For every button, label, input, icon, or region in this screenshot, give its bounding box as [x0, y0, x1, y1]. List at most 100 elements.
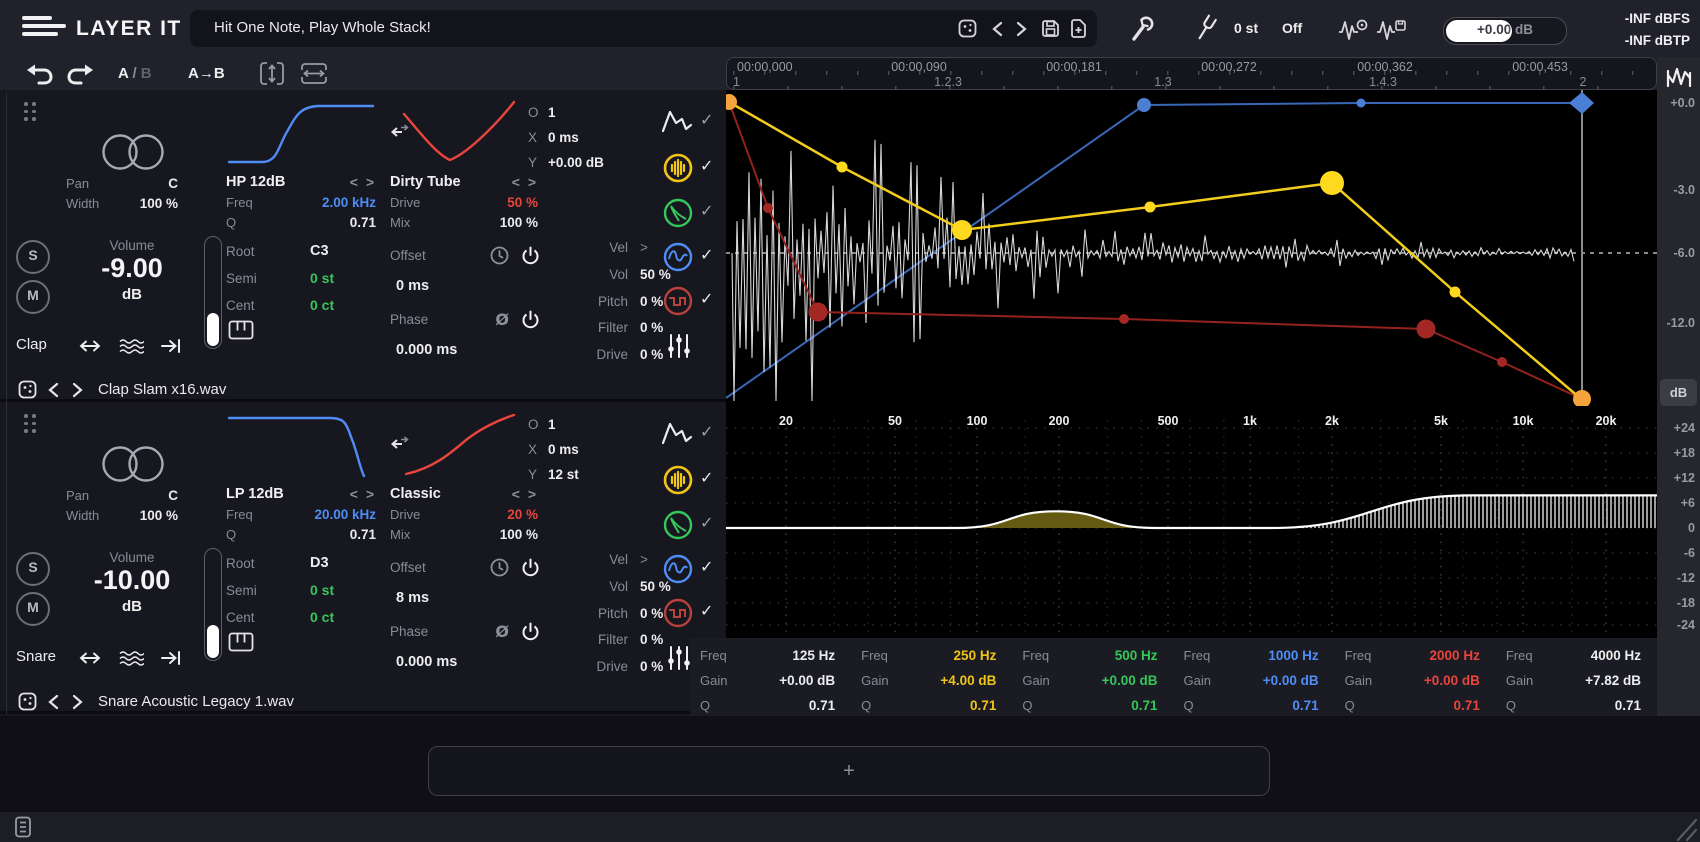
envelope-check-icon[interactable]: ✓: [700, 422, 713, 441]
drive-type[interactable]: Classic: [390, 486, 441, 502]
filter-env-icon[interactable]: [662, 509, 694, 541]
resize-vertical-icon[interactable]: [258, 61, 286, 86]
drive-env-icon[interactable]: [662, 285, 694, 317]
eq-band-4-gain-value[interactable]: +0.00 dB: [1263, 673, 1319, 688]
filter-env-check-icon[interactable]: ✓: [700, 201, 713, 220]
voices-value[interactable]: 1: [548, 417, 556, 432]
timeline-ruler[interactable]: 00:00,00000:00,09000:00,18100:00,27200:0…: [726, 57, 1657, 90]
smooth-waves-icon[interactable]: [118, 338, 144, 355]
x-value[interactable]: 0 ms: [548, 442, 579, 457]
drive-env-check-icon[interactable]: ✓: [700, 289, 713, 308]
filter-q-value[interactable]: 0.71: [350, 527, 376, 542]
add-layer-button[interactable]: +: [428, 746, 1270, 796]
waveform-save-icon[interactable]: [1376, 17, 1408, 41]
preset-save-as-icon[interactable]: [1068, 18, 1089, 39]
root-value[interactable]: C3: [310, 243, 329, 259]
eq-band-3-freq-value[interactable]: 500 Hz: [1115, 648, 1158, 663]
drive-type[interactable]: Dirty Tube: [390, 174, 461, 190]
pitch-env-icon[interactable]: [662, 553, 694, 585]
eq-band-6-gain-value[interactable]: +7.82 dB: [1585, 673, 1641, 688]
volume-value[interactable]: -10.00: [64, 565, 200, 596]
layer-volume-slider[interactable]: [204, 236, 222, 349]
transpose-value[interactable]: 0 st: [1234, 20, 1258, 36]
semi-value[interactable]: 0 st: [310, 270, 334, 286]
tuning-fork-icon[interactable]: [1194, 13, 1218, 43]
preset-next-icon[interactable]: [1016, 21, 1027, 37]
resize-grip-icon[interactable]: [1674, 818, 1698, 842]
eq-band-2-gain-value[interactable]: +4.00 dB: [940, 673, 996, 688]
eq-band-3-gain-value[interactable]: +0.00 dB: [1102, 673, 1158, 688]
preset-save-icon[interactable]: [1040, 18, 1061, 39]
sample-name[interactable]: Clap Slam x16.wav: [98, 381, 226, 398]
eq-band-1-freq-value[interactable]: 125 Hz: [792, 648, 835, 663]
width-row[interactable]: Width100 %: [66, 196, 178, 211]
envelope-shape-icon[interactable]: [660, 419, 694, 447]
sample-next-icon[interactable]: [72, 694, 83, 710]
waveform-edit-icon[interactable]: [1338, 17, 1370, 41]
mute-button[interactable]: M: [16, 280, 50, 314]
sample-random-icon[interactable]: [18, 380, 37, 399]
drive-amount-value[interactable]: 50 %: [507, 195, 538, 210]
drive-mix-value[interactable]: 100 %: [500, 215, 538, 230]
semi-value[interactable]: 0 st: [310, 582, 334, 598]
settings-wrench-icon[interactable]: [1128, 15, 1154, 43]
volume-env-icon[interactable]: [662, 152, 694, 184]
filter-freq-value[interactable]: 2.00 kHz: [322, 195, 376, 210]
voices-value[interactable]: 1: [548, 105, 556, 120]
eq-display[interactable]: 20501002005001k2k5k10k20k: [726, 406, 1657, 638]
reverse-icon[interactable]: [78, 338, 102, 354]
phase-value[interactable]: 0.000 ms: [396, 654, 457, 670]
snap-to-end-icon[interactable]: [160, 338, 182, 354]
envelope-check-icon[interactable]: ✓: [700, 110, 713, 129]
solo-button[interactable]: S: [16, 240, 50, 274]
eq-band-6-q-value[interactable]: 0.71: [1615, 698, 1641, 713]
eq-band-4-q-value[interactable]: 0.71: [1292, 698, 1318, 713]
volume-slider-thumb[interactable]: [207, 313, 219, 346]
preset-random-icon[interactable]: [958, 19, 977, 38]
drive-env-icon[interactable]: [662, 597, 694, 629]
volume-env-icon[interactable]: [662, 464, 694, 496]
eq-band-3-q-value[interactable]: 0.71: [1131, 698, 1157, 713]
smooth-waves-icon[interactable]: [118, 650, 144, 667]
eq-band-1-gain-value[interactable]: +0.00 dB: [779, 673, 835, 688]
pan-value[interactable]: C: [168, 488, 178, 503]
offset-value[interactable]: 8 ms: [396, 590, 429, 606]
offset-clock-icon[interactable]: [490, 558, 509, 577]
cent-value[interactable]: 0 ct: [310, 609, 334, 625]
layer-drag-handle[interactable]: [24, 102, 36, 121]
width-row[interactable]: Width100 %: [66, 508, 178, 523]
offset-clock-icon[interactable]: [490, 246, 509, 265]
snap-to-end-icon[interactable]: [160, 650, 182, 666]
pitch-env-check-icon[interactable]: ✓: [700, 557, 713, 576]
db-scale-button[interactable]: dB: [1660, 379, 1697, 406]
filter-type-arrows[interactable]: < >: [350, 174, 376, 190]
menu-button[interactable]: [22, 16, 66, 40]
eq-band-2-freq-value[interactable]: 250 Hz: [954, 648, 997, 663]
sample-name[interactable]: Snare Acoustic Legacy 1.wav: [98, 693, 294, 710]
drive-amount-value[interactable]: 20 %: [507, 507, 538, 522]
y-value[interactable]: +0.00 dB: [548, 155, 604, 170]
eq-band-5-gain-value[interactable]: +0.00 dB: [1424, 673, 1480, 688]
log-panel-icon[interactable]: [14, 816, 32, 838]
modulation-faders-icon[interactable]: [666, 644, 692, 672]
volume-env-check-icon[interactable]: ✓: [700, 468, 713, 487]
volume-value[interactable]: -9.00: [64, 253, 200, 284]
resize-horizontal-icon[interactable]: [300, 61, 328, 86]
output-gain-slider[interactable]: +0.00 dB +0.00 dB: [1443, 17, 1567, 45]
layer-drag-handle[interactable]: [24, 414, 36, 433]
pan-value[interactable]: C: [168, 176, 178, 191]
sample-prev-icon[interactable]: [48, 382, 59, 398]
ab-copy-button[interactable]: A→B: [188, 65, 225, 82]
pan-row[interactable]: PanC: [66, 176, 178, 191]
y-value[interactable]: 12 st: [548, 467, 579, 482]
stereo-circles-icon[interactable]: [96, 126, 170, 178]
piano-keys-icon[interactable]: [228, 320, 254, 340]
stereo-circles-icon[interactable]: [96, 438, 170, 490]
reverse-icon[interactable]: [78, 650, 102, 666]
filter-type-arrows[interactable]: < >: [350, 486, 376, 502]
x-value[interactable]: 0 ms: [548, 130, 579, 145]
transpose-mode[interactable]: Off: [1282, 20, 1302, 36]
sample-next-icon[interactable]: [72, 382, 83, 398]
filter-freq-value[interactable]: 20.00 kHz: [314, 507, 376, 522]
eq-band-4-freq-value[interactable]: 1000 Hz: [1268, 648, 1318, 663]
